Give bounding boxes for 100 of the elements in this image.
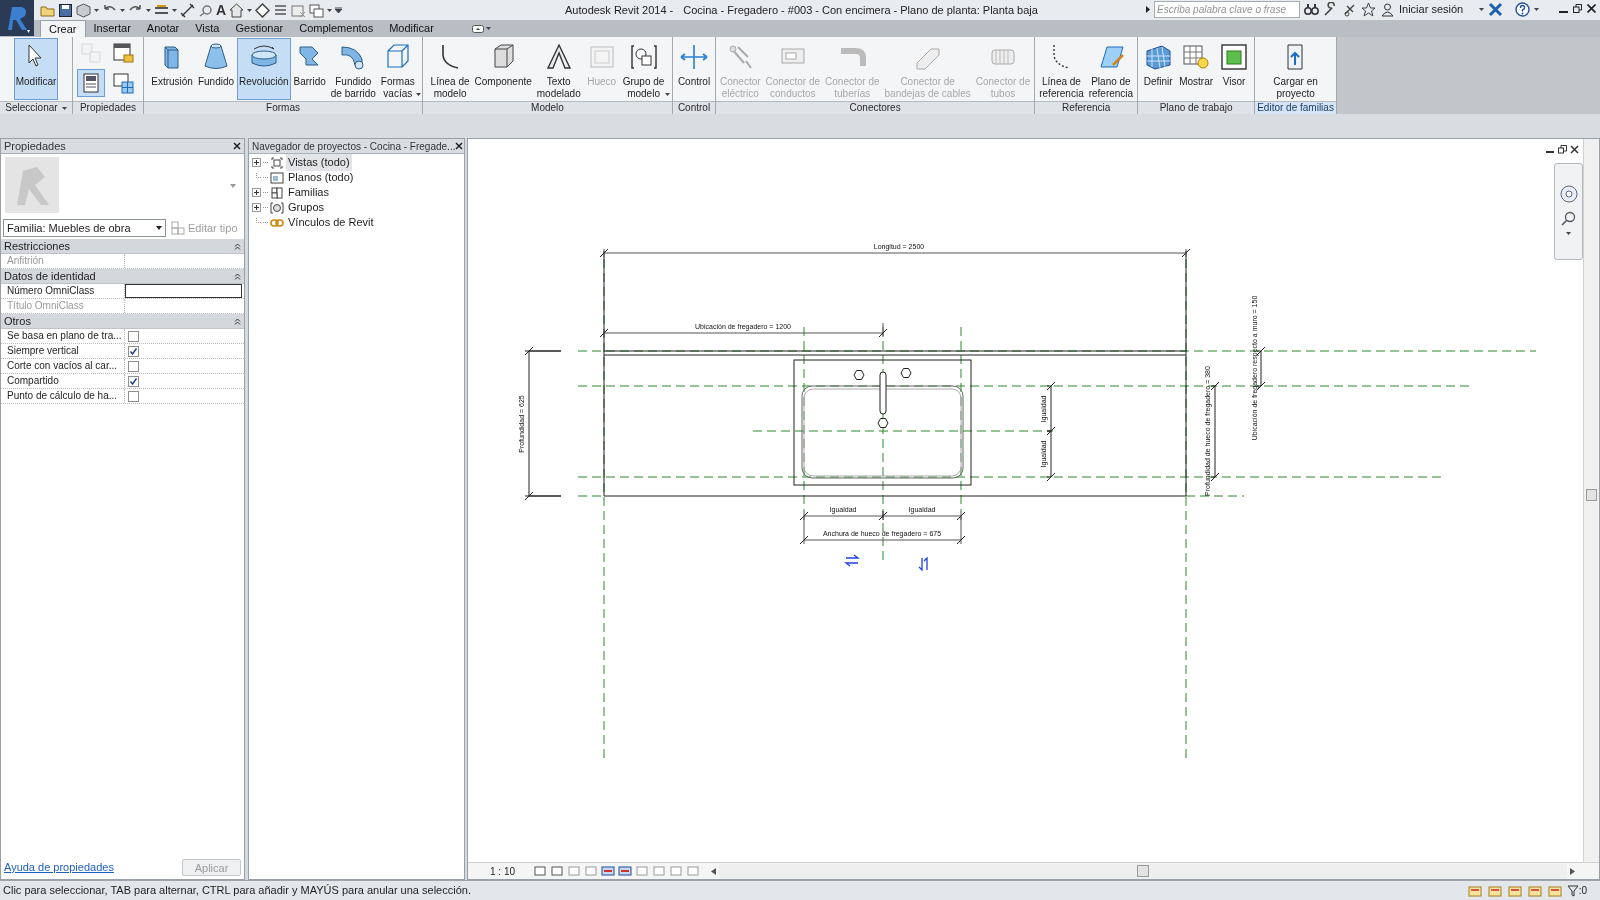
ribbon-button[interactable]: Línea de referencia <box>1037 38 1086 100</box>
ribbon-button[interactable]: Línea de modelo <box>428 38 472 100</box>
type-selector[interactable]: Familia: Muebles de obra <box>3 219 166 237</box>
close-icon[interactable] <box>1570 145 1579 154</box>
sink-drawing[interactable] <box>793 359 972 486</box>
restore-icon[interactable] <box>1558 145 1567 154</box>
dropdown-arrow-icon[interactable] <box>230 184 236 188</box>
vertical-scrollbar[interactable] <box>1583 139 1599 863</box>
ribbon-toggle-button[interactable] <box>471 23 491 34</box>
expand-arrow-icon[interactable] <box>1146 6 1150 13</box>
ribbon-button[interactable]: Fundido de barrido <box>328 38 378 100</box>
caret-icon[interactable] <box>327 8 333 12</box>
caret-icon[interactable] <box>61 106 67 110</box>
ribbon-button[interactable]: Plano de referencia <box>1086 38 1136 100</box>
scroll-left-icon[interactable] <box>711 867 716 875</box>
ribbon-button[interactable]: Grupo de modelo <box>620 38 667 100</box>
exchange-icon[interactable] <box>1488 2 1504 17</box>
close-icon[interactable] <box>455 142 464 150</box>
ribbon-button[interactable]: Modificar <box>13 38 59 100</box>
group-header[interactable]: Datos de identidad <box>1 269 244 284</box>
ribbon-button[interactable]: Mostrar <box>1177 38 1216 100</box>
tree-item[interactable]: Familias <box>286 184 331 201</box>
group-header[interactable]: Otros <box>1 314 244 329</box>
checked-checkbox[interactable] <box>128 375 139 387</box>
expand-box-icon[interactable] <box>252 203 261 212</box>
panel-title: Propiedades <box>4 138 66 154</box>
tree-item[interactable]: Grupos <box>286 199 327 216</box>
steering-wheel-icon[interactable] <box>1558 184 1579 204</box>
dimension-line[interactable] <box>1046 426 1056 482</box>
expand-box-icon[interactable] <box>252 158 261 167</box>
ribbon-button[interactable]: Componente <box>472 38 534 100</box>
customize-caret-icon[interactable] <box>335 7 343 13</box>
reference-plane-line[interactable] <box>752 430 1054 432</box>
caret-icon[interactable] <box>247 8 253 12</box>
diamond-icon[interactable] <box>255 2 271 18</box>
house-icon[interactable] <box>229 2 245 18</box>
caret-icon[interactable] <box>1534 8 1540 11</box>
sign-in-link[interactable]: Iniciar sesión <box>1399 1 1464 18</box>
flip-vertical-icon[interactable] <box>918 556 928 572</box>
app-logo-icon[interactable] <box>0 0 34 36</box>
ribbon-button[interactable]: Visor <box>1216 38 1253 100</box>
ribbon-tab[interactable]: Crear <box>40 20 86 37</box>
ribbon-button[interactable]: Formas vacías <box>378 38 417 100</box>
ribbon-tab[interactable]: Modificar <box>381 20 442 37</box>
save-icon[interactable] <box>58 2 73 18</box>
navigation-bar[interactable] <box>1554 163 1583 260</box>
ribbon-tab[interactable]: Insertar <box>85 20 139 37</box>
windows-icon[interactable] <box>309 2 325 18</box>
group-header[interactable]: Restricciones <box>1 239 244 254</box>
tree-item[interactable]: Vistas (todo) <box>286 154 352 171</box>
ribbon-button[interactable]: Fundido <box>195 38 237 100</box>
cube-icon[interactable] <box>76 2 91 18</box>
reference-plane-line[interactable] <box>1185 495 1245 497</box>
caret-icon[interactable] <box>172 8 177 12</box>
checkbox[interactable] <box>128 360 139 372</box>
caret-icon[interactable] <box>120 8 125 12</box>
caret-icon[interactable] <box>146 8 151 12</box>
ribbon-button[interactable]: Texto modelado <box>534 38 583 100</box>
ribbon-button[interactable]: Definir <box>1140 38 1177 100</box>
binoculars-icon[interactable] <box>1304 2 1319 17</box>
close-icon[interactable] <box>1587 4 1596 13</box>
ribbon-tab[interactable]: Complementos <box>291 20 382 37</box>
ribbon-tab[interactable]: Gestionar <box>227 20 292 37</box>
user-icon[interactable] <box>1380 2 1395 17</box>
star-icon[interactable] <box>1361 2 1376 17</box>
filter-icon[interactable] <box>1566 884 1579 897</box>
ribbon-tab[interactable]: Vista <box>187 20 228 37</box>
flip-horizontal-icon[interactable] <box>844 554 860 567</box>
close-icon[interactable] <box>233 142 241 150</box>
caret-icon[interactable] <box>1479 8 1485 11</box>
scrollbar-thumb[interactable] <box>1137 864 1149 877</box>
text-tool[interactable]: A <box>216 3 227 17</box>
ribbon-button[interactable]: Revolución <box>237 38 291 100</box>
caret-icon[interactable] <box>94 8 99 12</box>
ribbon-button[interactable]: Barrido <box>291 38 328 100</box>
scroll-right-icon[interactable] <box>1570 867 1575 875</box>
help-link[interactable]: Ayuda de propiedades <box>4 858 114 876</box>
ribbon-tab[interactable]: Anotar <box>138 20 188 37</box>
tree-item[interactable]: Vínculos de Revit <box>286 214 376 231</box>
dimension-line[interactable] <box>524 346 562 501</box>
list-icon[interactable] <box>273 2 289 18</box>
checkbox[interactable] <box>128 390 139 402</box>
tree-item[interactable]: Planos (todo) <box>286 169 356 186</box>
checkbox[interactable] <box>128 330 139 342</box>
help-icon[interactable] <box>1515 2 1531 17</box>
dimension-icon[interactable] <box>180 2 195 18</box>
restore-icon[interactable] <box>1573 4 1582 13</box>
caret-icon[interactable] <box>1566 232 1571 235</box>
property-value-field[interactable] <box>125 284 242 298</box>
ribbon-button[interactable]: Cargar en proyecto <box>1271 38 1320 100</box>
properties-tool-button[interactable] <box>77 69 105 97</box>
ribbon-button[interactable]: Extrusión <box>149 38 195 100</box>
search-field[interactable]: Escriba palabra clave o frase <box>1154 1 1300 18</box>
expand-box-icon[interactable] <box>252 188 261 197</box>
ribbon-button[interactable]: Control <box>675 38 713 100</box>
view-scale[interactable]: 1 : 10 <box>490 863 530 879</box>
scrollbar-thumb[interactable] <box>1586 489 1597 501</box>
checked-checkbox[interactable] <box>128 345 139 357</box>
zoom-icon[interactable] <box>1560 210 1577 226</box>
horizontal-scrollbar[interactable] <box>719 863 1567 879</box>
